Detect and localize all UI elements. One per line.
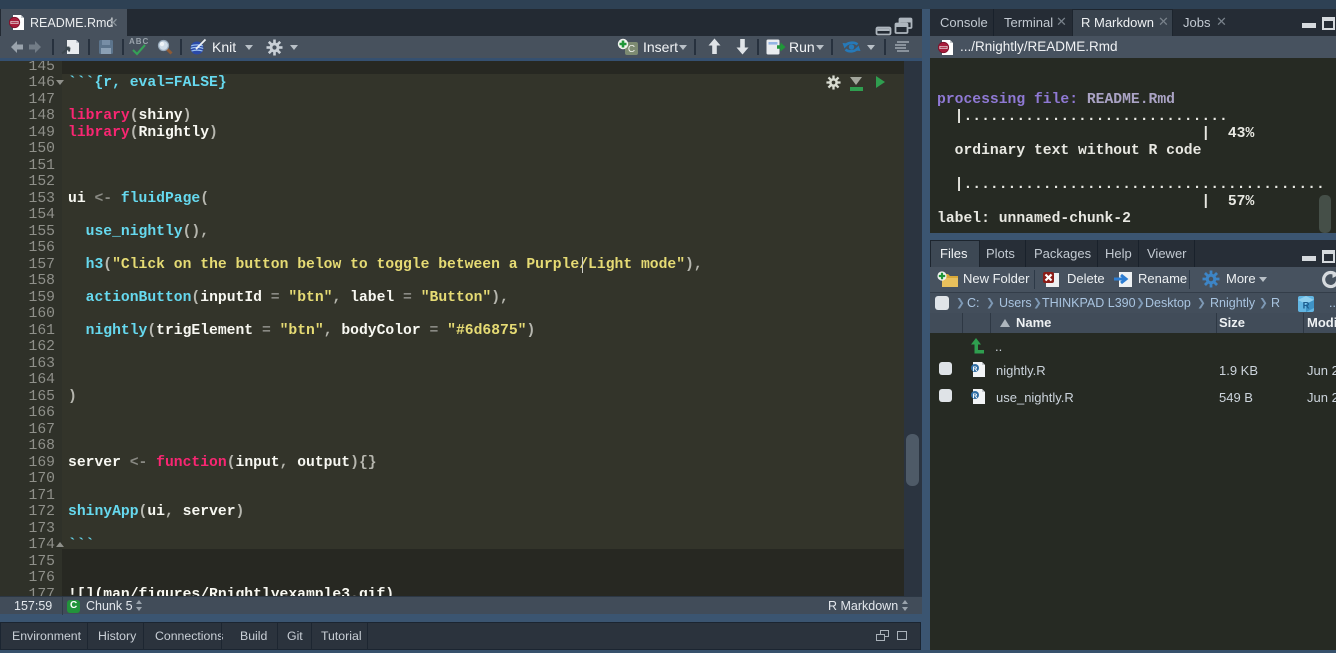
svg-text:R: R bbox=[1303, 301, 1310, 312]
svg-text:R: R bbox=[973, 366, 978, 373]
svg-text:C: C bbox=[628, 44, 635, 55]
svg-text:R: R bbox=[973, 393, 978, 400]
